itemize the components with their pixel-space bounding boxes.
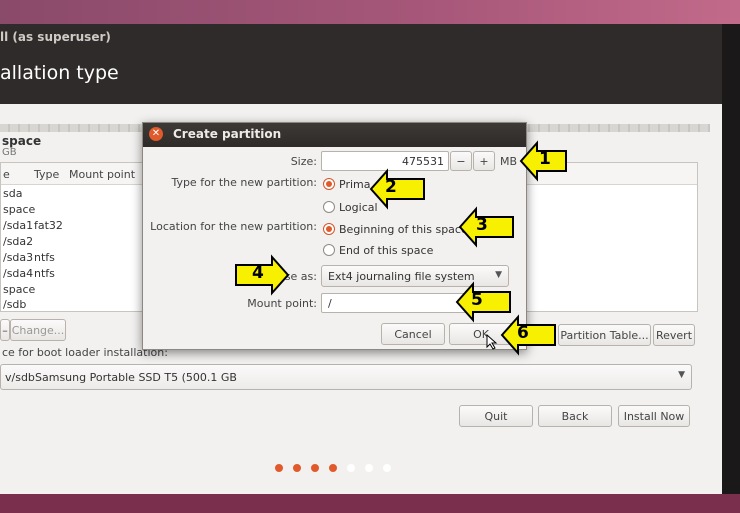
progress-dot [293,464,301,472]
row-device: /sda2 [3,235,34,248]
mouse-pointer-icon [486,334,498,350]
row-device: space [3,203,36,216]
beginning-radio-label: Beginning of this space [339,223,468,236]
col-mount-header[interactable]: Mount point [69,168,135,181]
callout-arrow-6: 6 [500,314,558,360]
close-icon[interactable]: ✕ [149,127,163,141]
window-title: ll (as superuser) [0,30,111,44]
beginning-radio[interactable] [323,223,335,235]
progress-dot [275,464,283,472]
revert-button[interactable]: Revert [653,324,695,346]
size-unit: MB [500,155,518,168]
callout-number: 3 [476,215,488,235]
chevron-down-icon: ▼ [678,370,685,380]
end-radio[interactable] [323,244,335,256]
screen-edge [722,24,740,513]
partition-type-label: Type for the new partition: [171,176,317,189]
callout-number: 4 [252,263,264,283]
desktop-background [0,494,740,513]
logical-radio[interactable] [323,201,335,213]
primary-radio[interactable] [323,178,335,190]
callout-number: 2 [385,177,397,197]
row-type: fat32 [34,219,63,232]
free-space-size: GB [2,147,17,158]
callout-number: 6 [517,323,529,343]
row-type: ntfs [34,251,55,264]
size-increase-button[interactable]: + [473,151,495,171]
progress-dot [311,464,319,472]
callout-arrow-3: 3 [458,206,516,252]
use-as-value: Ext4 journaling file system [328,270,475,283]
row-device: /sdb [3,298,27,311]
row-device: /sda4 [3,267,34,280]
progress-dot [383,464,391,472]
dialog-title: Create partition [173,127,282,141]
end-radio-label: End of this space [339,244,434,257]
free-space-label: space [2,134,42,148]
size-label: Size: [290,155,317,168]
row-device: sda [3,187,23,200]
primary-radio-label: Prima [339,178,371,191]
boot-device: v/sdb [5,371,35,384]
window-titlebar: ll (as superuser) allation type [0,24,725,104]
callout-arrow-1: 1 [519,140,569,186]
partition-location-label: Location for the new partition: [150,220,317,233]
col-device-header[interactable]: e [3,168,10,181]
callout-number: 1 [539,149,551,169]
page-title: allation type [0,62,119,84]
remove-partition-button[interactable]: – [0,319,10,341]
boot-loader-select[interactable]: v/sdb Samsung Portable SSD T5 (500.1 GB … [0,364,692,390]
screen-bezel [0,0,740,24]
install-now-button[interactable]: Install Now [618,405,690,427]
progress-dot [365,464,373,472]
row-device: space [3,283,36,296]
back-button[interactable]: Back [538,405,612,427]
callout-number: 5 [471,290,483,310]
callout-arrow-2: 2 [369,168,427,214]
callout-arrow-4: 4 [234,254,290,300]
chevron-down-icon: ▼ [495,270,502,280]
row-type: ntfs [34,267,55,280]
quit-button[interactable]: Quit [459,405,533,427]
cancel-button[interactable]: Cancel [381,323,445,345]
size-value: 475531 [402,155,444,168]
dialog-titlebar: ✕ Create partition [143,123,526,147]
size-decrease-button[interactable]: − [450,151,472,171]
change-partition-button[interactable]: Change... [10,319,66,341]
new-partition-table-button[interactable]: Partition Table... [558,324,651,346]
progress-dot [329,464,337,472]
row-device: /sda3 [3,251,34,264]
boot-device-name: Samsung Portable SSD T5 (500.1 GB [35,371,237,384]
col-type-header[interactable]: Type [34,168,59,181]
mount-point-value: / [328,297,332,310]
progress-dot [347,464,355,472]
row-device: /sda1 [3,219,34,232]
